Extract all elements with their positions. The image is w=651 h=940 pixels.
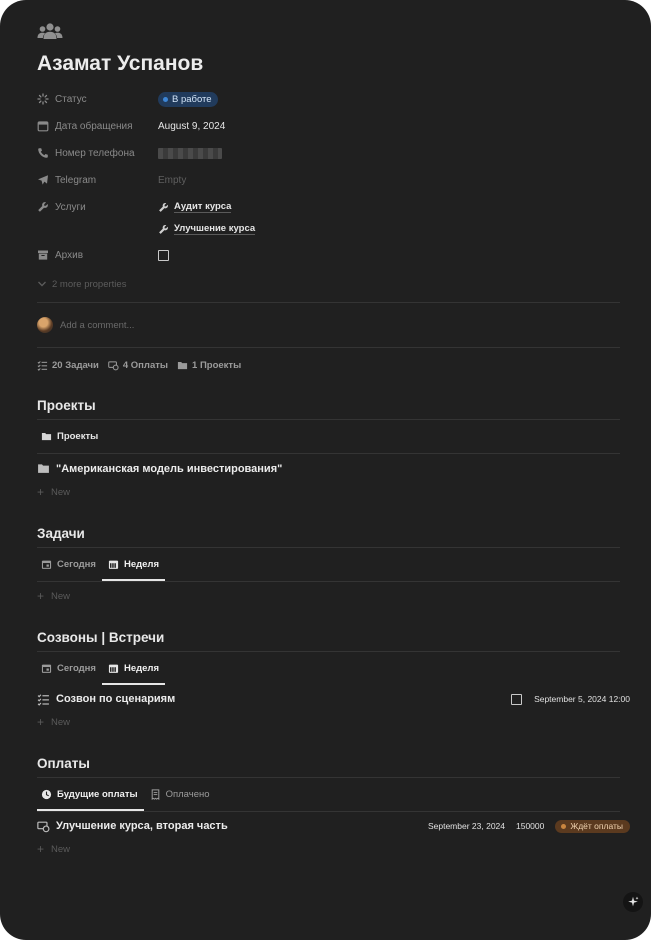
relation-projects[interactable]: 1 Проекты — [177, 360, 241, 371]
payment-status-badge[interactable]: Ждёт оплаты — [555, 819, 630, 833]
folder-icon — [177, 362, 188, 370]
property-label: Статус — [55, 93, 87, 105]
property-status[interactable]: Статус В работе — [37, 90, 620, 117]
relation-payments[interactable]: 4 Оплаты — [108, 360, 168, 371]
property-telegram[interactable]: Telegram Empty — [37, 171, 620, 198]
telegram-send-icon — [38, 175, 48, 185]
section-title-projects: Проекты — [37, 397, 96, 413]
more-properties-toggle[interactable]: 2 more properties — [37, 275, 620, 293]
payments-view-tabs: Будущие оплаты Оплачено — [37, 778, 620, 811]
tab-today[interactable]: Сегодня — [37, 548, 102, 581]
service-link[interactable]: Улучшение курса — [158, 220, 620, 238]
status-spinner-icon — [37, 93, 49, 105]
section-title-tasks: Задачи — [37, 525, 85, 541]
plus-icon: + — [37, 715, 45, 729]
property-label: Номер телефона — [55, 147, 135, 159]
section-title-calls: Созвоны | Встречи — [37, 629, 165, 645]
payment-row[interactable]: Улучшение курса, вторая часть September … — [37, 812, 630, 840]
calendar-icon — [37, 121, 49, 132]
calendar-week-icon — [108, 560, 119, 569]
receipt-icon — [151, 789, 159, 800]
people-group-icon[interactable] — [37, 22, 620, 46]
tab-week[interactable]: Неделя — [102, 652, 165, 685]
phone-icon — [38, 148, 48, 158]
avatar — [37, 317, 53, 333]
tasks-view-tabs: Сегодня Неделя — [37, 548, 620, 581]
call-done-checkbox[interactable] — [511, 693, 523, 705]
relation-tasks[interactable]: 20 Задачи — [37, 360, 99, 371]
folder-icon — [41, 433, 52, 441]
section-title-payments: Оплаты — [37, 755, 90, 771]
date-value[interactable]: August 9, 2024 — [158, 117, 620, 135]
tab-future-payments[interactable]: Будущие оплаты — [37, 778, 144, 811]
plus-icon: + — [37, 589, 45, 603]
plus-icon: + — [37, 842, 45, 856]
tab-paid[interactable]: Оплачено — [144, 778, 216, 811]
new-payment-button[interactable]: + New — [37, 840, 620, 858]
task-list-icon — [37, 361, 48, 371]
calendar-week-icon — [108, 664, 119, 673]
property-phone[interactable]: Номер телефона — [37, 144, 620, 171]
property-label: Telegram — [55, 174, 97, 186]
calendar-today-icon — [41, 560, 52, 569]
payment-icon — [37, 821, 50, 832]
calendar-today-icon — [41, 664, 52, 673]
projects-view-tabs: Проекты — [37, 420, 620, 453]
status-badge[interactable]: В работе — [158, 91, 218, 107]
wrench-icon — [159, 224, 168, 234]
new-task-button[interactable]: + New — [37, 587, 620, 605]
property-label: Дата обращения — [55, 120, 133, 132]
service-link[interactable]: Аудит курса — [158, 198, 620, 216]
tab-today[interactable]: Сегодня — [37, 652, 102, 685]
sparkle-icon — [628, 896, 639, 907]
new-project-button[interactable]: + New — [37, 483, 620, 501]
property-label: Услуги — [55, 201, 86, 213]
property-archive[interactable]: Архив — [37, 246, 620, 273]
telegram-value[interactable]: Empty — [158, 171, 620, 189]
notion-page-window: Азамат Успанов Статус В работе Дата обра… — [0, 0, 651, 940]
wrench-icon — [38, 202, 48, 212]
phone-value-blurred[interactable] — [158, 147, 222, 159]
property-date[interactable]: Дата обращения August 9, 2024 — [37, 117, 620, 144]
chevron-down-icon — [38, 281, 46, 287]
project-row[interactable]: "Американская модель инвестирования" — [37, 454, 620, 483]
comment-box[interactable]: Add a comment... — [37, 303, 620, 347]
call-row[interactable]: Созвон по сценариям September 5, 2024 12… — [37, 685, 630, 713]
task-list-icon — [37, 693, 49, 706]
page-title[interactable]: Азамат Успанов — [37, 52, 620, 76]
page-content: Азамат Успанов Статус В работе Дата обра… — [37, 22, 630, 858]
folder-icon — [38, 464, 49, 473]
relations-bar: 20 Задачи 4 Оплаты 1 Проекты — [37, 348, 620, 383]
property-services[interactable]: Услуги Аудит курса Улучшение курса — [37, 198, 620, 246]
tab-week[interactable]: Неделя — [102, 548, 165, 581]
comment-placeholder: Add a comment... — [60, 319, 135, 331]
wrench-icon — [159, 202, 168, 212]
payment-date: September 23, 2024 — [427, 821, 505, 831]
tab-projects[interactable]: Проекты — [37, 420, 104, 453]
clock-icon — [41, 789, 52, 800]
calls-view-tabs: Сегодня Неделя — [37, 652, 620, 685]
ai-sparkle-button[interactable] — [623, 892, 643, 912]
payment-icon — [108, 361, 119, 371]
plus-icon: + — [37, 485, 45, 499]
payment-amount: 150000 — [516, 821, 545, 831]
archive-checkbox[interactable] — [158, 249, 169, 261]
divider — [37, 581, 620, 582]
call-date: September 5, 2024 12:00 — [534, 694, 630, 704]
new-call-button[interactable]: + New — [37, 713, 620, 731]
property-label: Архив — [55, 249, 84, 261]
archive-box-icon — [38, 250, 48, 260]
